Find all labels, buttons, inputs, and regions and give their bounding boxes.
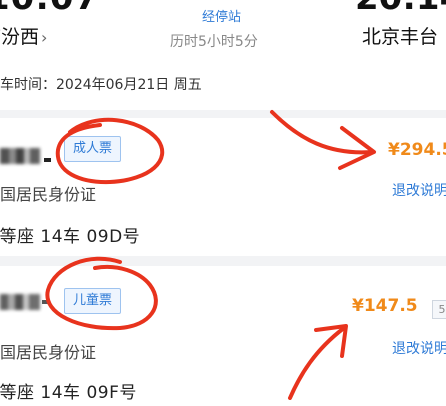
departure-date: 2024年06月21日 周五 [56, 77, 202, 93]
ticket-type-badge: 儿童票 [64, 288, 122, 314]
trip-header: 10:07 20:14 临汾西› 北京丰台 经停站 历时5小时5分 发车时间：2… [0, 0, 446, 110]
passenger-card-child[interactable]: 儿童票 中国居民身份证 二等座 14车 09F号 ¥147.5 5 退改说明 [0, 266, 446, 406]
arrival-time: 20:14 [355, 0, 446, 18]
passenger-card-adult[interactable]: 成人票 中国居民身份证 二等座 14车 09D号 ¥294.5 退改说明 [0, 118, 446, 256]
id-type: 中国居民身份证 [0, 185, 97, 204]
refund-policy-link[interactable]: 退改说明 [392, 180, 446, 200]
count-badge: 5 [432, 300, 446, 319]
passenger-name-redacted [0, 148, 40, 164]
seat-info: 二等座 14车 09F号 [0, 383, 137, 403]
stops-link[interactable]: 经停站 [202, 6, 241, 25]
name-dot [42, 300, 49, 304]
chevron-right-icon: › [41, 28, 48, 47]
ticket-price: ¥294.5 [388, 140, 446, 160]
departure-date-label: 发车时间： [0, 77, 56, 93]
seat-info: 二等座 14车 09D号 [0, 227, 141, 247]
passenger-name-redacted [0, 294, 40, 310]
departure-date-row: 发车时间：2024年06月21日 周五 [0, 74, 202, 94]
departure-time: 10:07 [0, 0, 99, 18]
ticket-type-badge: 成人票 [64, 136, 122, 162]
name-dot [44, 158, 51, 162]
departure-station[interactable]: 临汾西› [0, 22, 47, 49]
id-type: 中国居民身份证 [0, 343, 97, 362]
arrival-station: 北京丰台 [362, 26, 439, 48]
ticket-price: ¥147.5 [352, 296, 418, 316]
refund-policy-link[interactable]: 退改说明 [392, 338, 446, 358]
departure-station-label: 临汾西 [0, 26, 40, 48]
trip-duration: 历时5小时5分 [170, 34, 258, 50]
